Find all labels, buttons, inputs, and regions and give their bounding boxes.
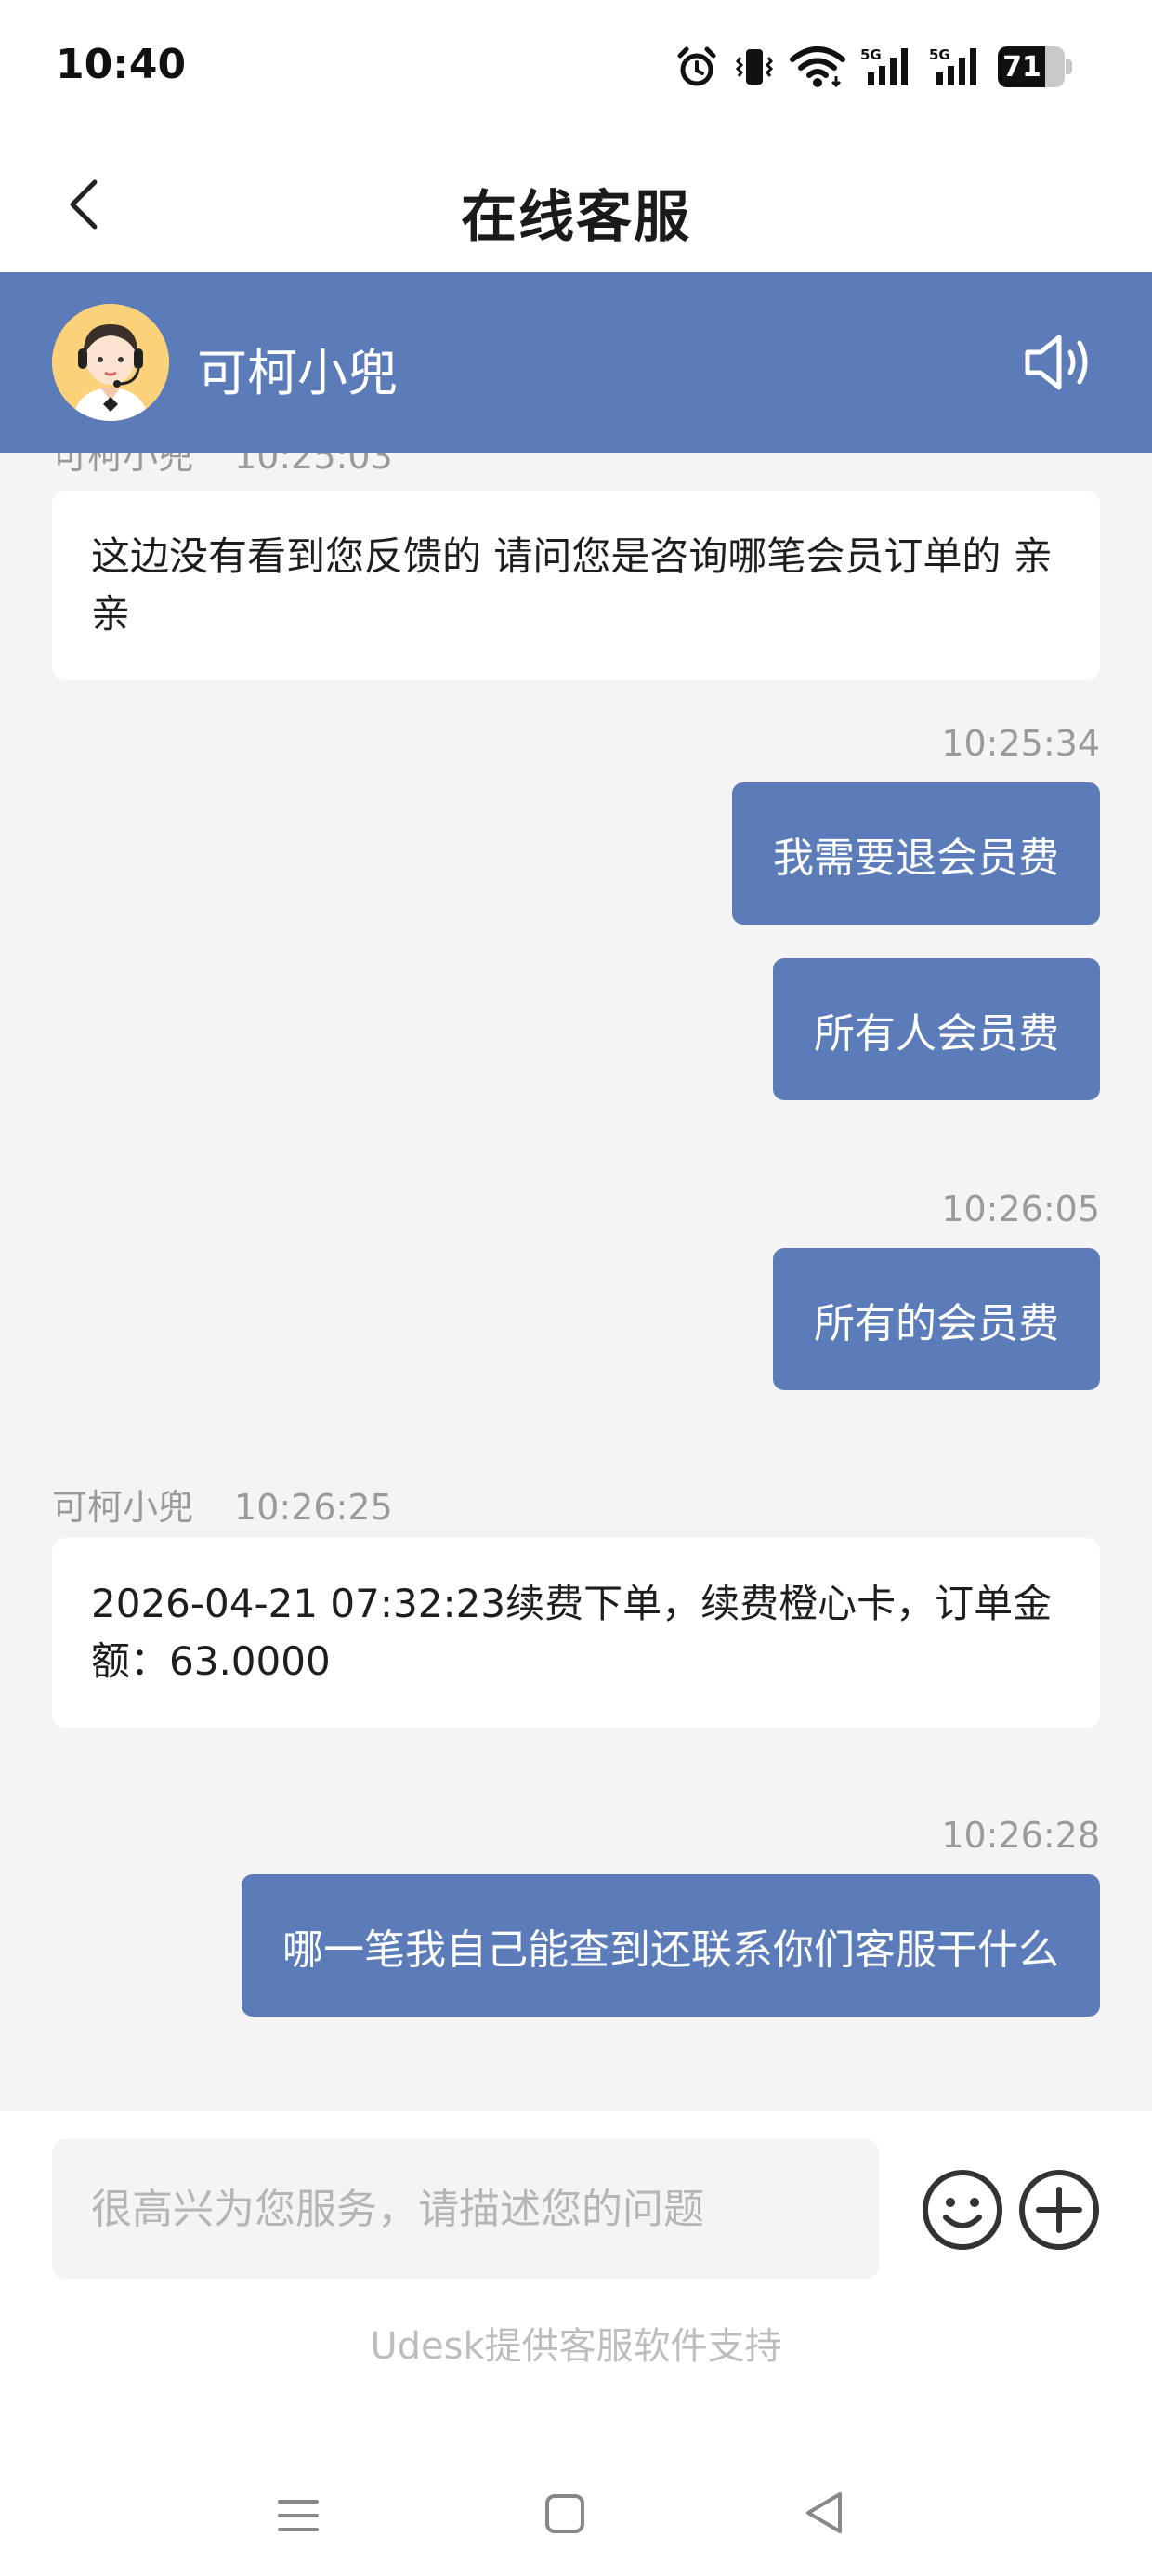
agent-name: 可柯小兜 [197, 344, 398, 402]
message-sender: 可柯小兜 [52, 1487, 194, 1528]
agent-message-bubble[interactable]: 这边没有看到您反馈的 请问您是咨询哪笔会员订单的 亲亲 [52, 491, 1100, 680]
menu-icon [278, 2500, 319, 2531]
nav-menu-button[interactable] [277, 2494, 320, 2541]
avatar [52, 304, 169, 421]
alarm-icon [677, 46, 716, 86]
message-meta: 可柯小兜 10:26:25 [52, 1479, 393, 1530]
message-sender: 可柯小兜 [52, 453, 194, 477]
message-time: 10:25:34 [941, 723, 1100, 764]
message-time: 10:25:03 [234, 453, 393, 477]
message-text: 这边没有看到您反馈的 请问您是咨询哪笔会员订单的 亲亲 [91, 533, 1053, 637]
battery-icon: 71 [998, 46, 1072, 87]
message-time: 10:26:28 [941, 1815, 1100, 1856]
vibrate-icon [735, 49, 774, 85]
plus-button[interactable] [1016, 2167, 1102, 2253]
emoji-button[interactable] [920, 2167, 1005, 2253]
wifi-icon [790, 46, 845, 88]
smiley-icon [923, 2170, 1002, 2250]
speaker-icon [1025, 335, 1088, 390]
message-text: 所有人会员费 [814, 1009, 1059, 1058]
message-text: 哪一笔我自己能查到还联系你们客服干什么 [282, 1925, 1059, 1974]
triangle-back-icon [806, 2492, 842, 2533]
message-text: 2026-04-21 07:32:23续费下单，续费橙心卡，订单金额：63.00… [91, 1581, 1053, 1684]
svg-text:5G: 5G [929, 46, 950, 63]
powered-by-text: Udesk提供客服软件支持 [370, 2325, 782, 2368]
signal-5g-icon-2: 5G [929, 46, 976, 85]
svg-text:5G: 5G [860, 46, 882, 63]
agent-message-bubble[interactable]: 2026-04-21 07:32:23续费下单，续费橙心卡，订单金额：63.00… [52, 1538, 1100, 1728]
status-time: 10:40 [56, 41, 187, 88]
nav-home-button[interactable] [543, 2492, 586, 2539]
user-message-bubble[interactable]: 所有人会员费 [773, 958, 1100, 1100]
nav-back-button[interactable] [801, 2489, 847, 2541]
message-input[interactable] [52, 2139, 879, 2279]
input-bar: Udesk提供客服软件支持 [0, 2111, 1152, 2576]
home-icon [545, 2494, 584, 2533]
user-message-bubble[interactable]: 哪一笔我自己能查到还联系你们客服干什么 [242, 1874, 1100, 2017]
speaker-button[interactable] [1022, 326, 1100, 399]
message-time: 10:26:05 [941, 1189, 1100, 1229]
agent-avatar-icon [52, 304, 169, 421]
signal-5g-icon: 5G [860, 46, 908, 85]
user-message-bubble[interactable]: 所有的会员费 [773, 1248, 1100, 1390]
agent-header: 可柯小兜 [0, 272, 1152, 453]
battery-level: 71 [1002, 50, 1041, 84]
message-text: 我需要退会员费 [773, 834, 1059, 882]
title-bar: 在线客服 [0, 135, 1152, 272]
message-meta: 可柯小兜 10:25:03 [52, 453, 393, 479]
user-message-bubble[interactable]: 我需要退会员费 [732, 782, 1100, 925]
status-icons: 5G 5G 71 [674, 41, 1072, 93]
page-title: 在线客服 [461, 185, 691, 250]
plus-circle-icon [1019, 2170, 1099, 2250]
message-text: 所有的会员费 [814, 1299, 1059, 1347]
message-time: 10:26:25 [234, 1487, 393, 1528]
chat-area[interactable]: 可柯小兜 10:25:03 这边没有看到您反馈的 请问您是咨询哪笔会员订单的 亲亲… [0, 453, 1152, 2111]
status-bar: 10:40 5G 5G 71 [0, 0, 1152, 135]
